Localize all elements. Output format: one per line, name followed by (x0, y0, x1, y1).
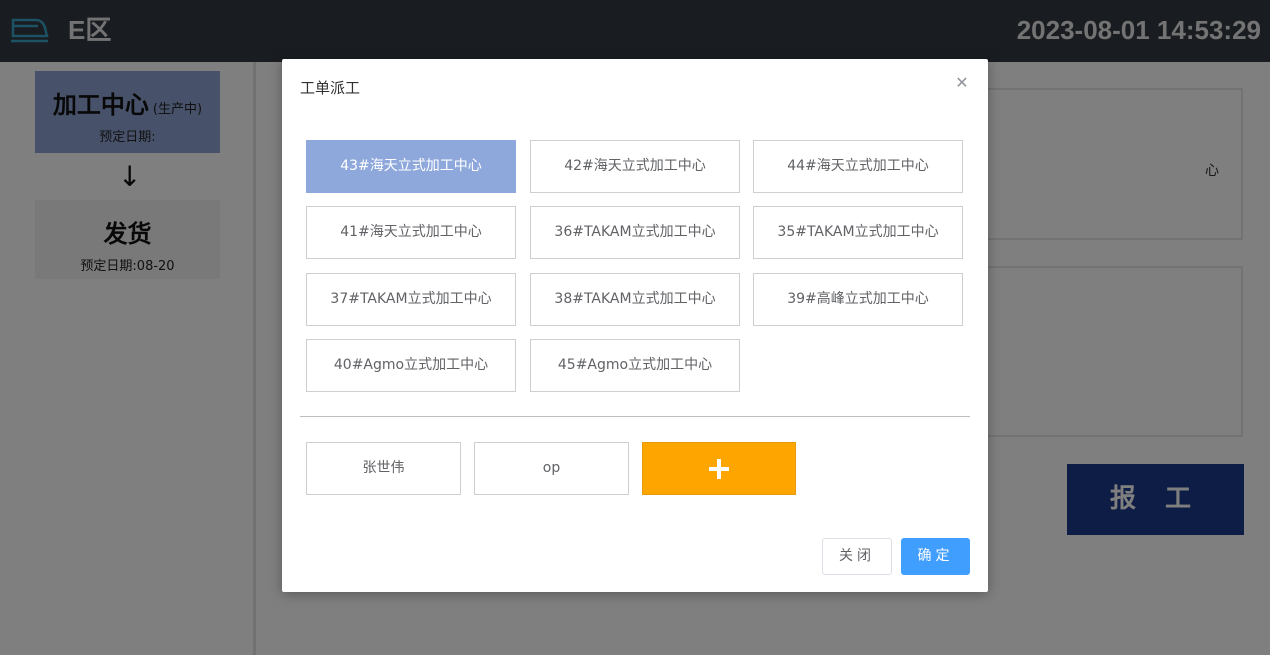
machine-option[interactable]: 36#TAKAM立式加工中心 (530, 206, 740, 259)
machine-option[interactable]: 41#海天立式加工中心 (306, 206, 516, 259)
machine-option[interactable]: 44#海天立式加工中心 (753, 140, 963, 193)
divider (300, 416, 970, 417)
worker-chip[interactable]: op (474, 442, 629, 495)
dialog-title: 工单派工 (300, 79, 361, 97)
machine-option[interactable]: 42#海天立式加工中心 (530, 140, 740, 193)
close-button[interactable]: 关闭 (822, 538, 892, 575)
dispatch-dialog: 工单派工 ✕ 43#海天立式加工中心 42#海天立式加工中心 44#海天立式加工… (282, 59, 988, 592)
worker-chip[interactable]: 张世伟 (306, 442, 461, 495)
confirm-button[interactable]: 确定 (901, 538, 970, 575)
machine-option[interactable]: 45#Agmo立式加工中心 (530, 339, 740, 392)
machine-option[interactable]: 35#TAKAM立式加工中心 (753, 206, 963, 259)
plus-icon (709, 459, 729, 479)
machine-option[interactable]: 38#TAKAM立式加工中心 (530, 273, 740, 326)
close-icon[interactable]: ✕ (954, 75, 970, 91)
machine-option[interactable]: 40#Agmo立式加工中心 (306, 339, 516, 392)
machine-option[interactable]: 43#海天立式加工中心 (306, 140, 516, 193)
machine-option[interactable]: 37#TAKAM立式加工中心 (306, 273, 516, 326)
machine-option[interactable]: 39#高峰立式加工中心 (753, 273, 963, 326)
add-worker-button[interactable] (642, 442, 796, 495)
